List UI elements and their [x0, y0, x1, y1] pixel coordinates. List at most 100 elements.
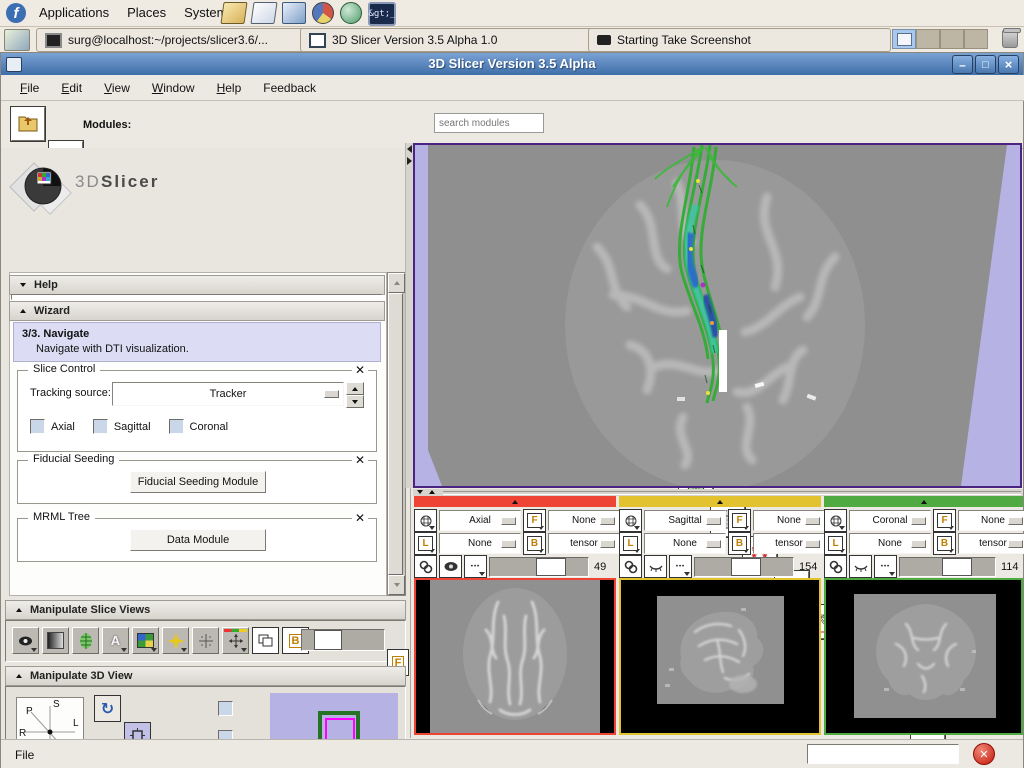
fedora-menu-icon[interactable]: f — [6, 3, 26, 23]
axial-background-dropdown[interactable]: tensor — [548, 533, 620, 554]
office-impress-icon[interactable] — [282, 2, 306, 24]
help-section-header[interactable]: Help — [9, 275, 385, 295]
sagittal-foreground-icon[interactable]: F — [728, 509, 751, 532]
show-desktop-button[interactable] — [4, 29, 30, 51]
grid-button[interactable] — [192, 627, 219, 654]
sagittal-label-dropdown[interactable]: None — [644, 533, 726, 554]
panel-scrollbar[interactable] — [387, 272, 406, 596]
viewer-3d[interactable] — [413, 143, 1022, 488]
menu-file[interactable]: File — [11, 81, 48, 95]
axial-orientation-dropdown[interactable]: Axial — [439, 510, 521, 531]
axial-visibility-icon[interactable] — [439, 555, 462, 578]
tracking-source-spinner[interactable] — [346, 382, 364, 408]
web-browser-icon[interactable] — [340, 2, 362, 24]
coronal-foreground-icon[interactable]: F — [933, 509, 956, 532]
coronal-background-dropdown[interactable]: tensor — [958, 533, 1024, 554]
coronal-slice-slider[interactable] — [899, 557, 996, 577]
manipulate-3d-view-header[interactable]: Manipulate 3D View — [5, 666, 406, 686]
axial-slice-slider[interactable] — [489, 557, 589, 577]
axial-more-options-button[interactable]: ••• — [464, 555, 487, 578]
coronal-link-icon[interactable] — [824, 555, 847, 578]
sagittal-visibility-icon[interactable] — [644, 555, 667, 578]
mrml-tree-close-icon[interactable]: ✕ — [352, 511, 368, 525]
spin-checkbox[interactable] — [218, 701, 233, 716]
navigate-slices-button[interactable] — [222, 627, 249, 654]
menu-feedback[interactable]: Feedback — [254, 81, 325, 95]
axial-foreground-dropdown[interactable]: None — [548, 510, 620, 531]
coronal-visibility-icon[interactable] — [849, 555, 872, 578]
workspace-switcher[interactable] — [892, 29, 988, 49]
axial-collapse-bar[interactable] — [414, 496, 616, 507]
axial-link-grid-icon[interactable] — [414, 509, 437, 532]
maximize-button[interactable]: □ — [975, 55, 996, 74]
slice-control-close-icon[interactable]: ✕ — [352, 363, 368, 377]
sagittal-label-icon[interactable]: L — [619, 532, 642, 555]
slice-opacity-slider[interactable] — [301, 629, 385, 651]
sagittal-foreground-dropdown[interactable]: None — [753, 510, 825, 531]
load-scene-button[interactable] — [11, 107, 45, 141]
places-menu[interactable]: Places — [118, 5, 175, 20]
slice-interpolation-button[interactable] — [72, 627, 99, 654]
coronal-foreground-dropdown[interactable]: None — [958, 510, 1024, 531]
axial-label-dropdown[interactable]: None — [439, 533, 521, 554]
terminal-launcher-icon[interactable]: &gt;_ — [368, 2, 396, 26]
menu-help[interactable]: Help — [208, 81, 251, 95]
coronal-collapse-bar[interactable] — [824, 496, 1023, 507]
sagittal-slice-slider[interactable] — [694, 557, 794, 577]
sagittal-link-grid-icon[interactable] — [619, 509, 642, 532]
horizontal-splitter[interactable] — [413, 489, 1023, 496]
pie-chart-icon[interactable] — [312, 2, 334, 24]
sagittal-checkbox[interactable] — [93, 419, 108, 434]
fit-window-button[interactable] — [252, 627, 279, 654]
sagittal-more-options-button[interactable]: ••• — [669, 555, 692, 578]
coronal-more-options-button[interactable]: ••• — [874, 555, 897, 578]
axial-viewport[interactable] — [414, 578, 616, 735]
close-button[interactable]: × — [998, 55, 1019, 74]
axial-checkbox[interactable] — [30, 419, 45, 434]
label-opacity-button[interactable] — [132, 627, 159, 654]
rotate-view-button[interactable]: ↻ — [94, 695, 121, 722]
sagittal-orientation-dropdown[interactable]: Sagittal — [644, 510, 726, 531]
crosshair-button[interactable] — [162, 627, 189, 654]
menu-window[interactable]: Window — [143, 81, 204, 95]
title-bar[interactable]: 3D Slicer Version 3.5 Alpha – □ × — [1, 53, 1023, 75]
office-writer-icon[interactable] — [220, 2, 247, 24]
manipulate-slice-views-header[interactable]: Manipulate Slice Views — [5, 600, 406, 620]
module-search-input[interactable] — [434, 113, 544, 133]
tracking-source-dropdown[interactable]: Tracker — [112, 382, 344, 406]
coronal-label-icon[interactable]: L — [824, 532, 847, 555]
axial-link-icon[interactable] — [414, 555, 437, 578]
coronal-background-icon[interactable]: B — [933, 532, 956, 555]
error-log-button[interactable]: ✕ — [973, 743, 995, 765]
fiducial-seeding-close-icon[interactable]: ✕ — [352, 453, 368, 467]
menu-edit[interactable]: Edit — [52, 81, 91, 95]
sagittal-collapse-bar[interactable] — [619, 496, 821, 507]
applications-menu[interactable]: Applications — [30, 5, 118, 20]
trash-icon[interactable] — [1002, 30, 1018, 48]
axial-label-icon[interactable]: L — [414, 532, 437, 555]
status-file-label[interactable]: File — [15, 748, 34, 762]
slice-fade-button[interactable] — [42, 627, 69, 654]
slice-visibility-button[interactable] — [12, 627, 39, 654]
annotation-button[interactable]: A — [102, 627, 129, 654]
sagittal-background-icon[interactable]: B — [728, 532, 751, 555]
taskbar-window-screenshot[interactable]: Starting Take Screenshot — [588, 28, 891, 52]
menu-view[interactable]: View — [95, 81, 139, 95]
minimize-button[interactable]: – — [952, 55, 973, 74]
taskbar-window-slicer[interactable]: 3D Slicer Version 3.5 Alpha 1.0 — [300, 28, 598, 52]
sagittal-background-dropdown[interactable]: tensor — [753, 533, 825, 554]
coronal-viewport[interactable] — [824, 578, 1023, 735]
taskbar-window-terminal[interactable]: surg@localhost:~/projects/slicer3.6/... — [36, 28, 309, 52]
data-module-button[interactable]: Data Module — [130, 529, 266, 551]
coronal-label-dropdown[interactable]: None — [849, 533, 931, 554]
coronal-checkbox[interactable] — [169, 419, 184, 434]
sagittal-viewport[interactable] — [619, 578, 821, 735]
coronal-orientation-dropdown[interactable]: Coronal — [849, 510, 931, 531]
axial-foreground-icon[interactable]: F — [523, 509, 546, 532]
fiducial-seeding-module-button[interactable]: Fiducial Seeding Module — [130, 471, 266, 493]
coronal-link-grid-icon[interactable] — [824, 509, 847, 532]
sagittal-link-icon[interactable] — [619, 555, 642, 578]
axial-background-icon[interactable]: B — [523, 532, 546, 555]
wizard-section-header[interactable]: Wizard — [9, 301, 385, 321]
office-draw-icon[interactable] — [250, 2, 277, 24]
